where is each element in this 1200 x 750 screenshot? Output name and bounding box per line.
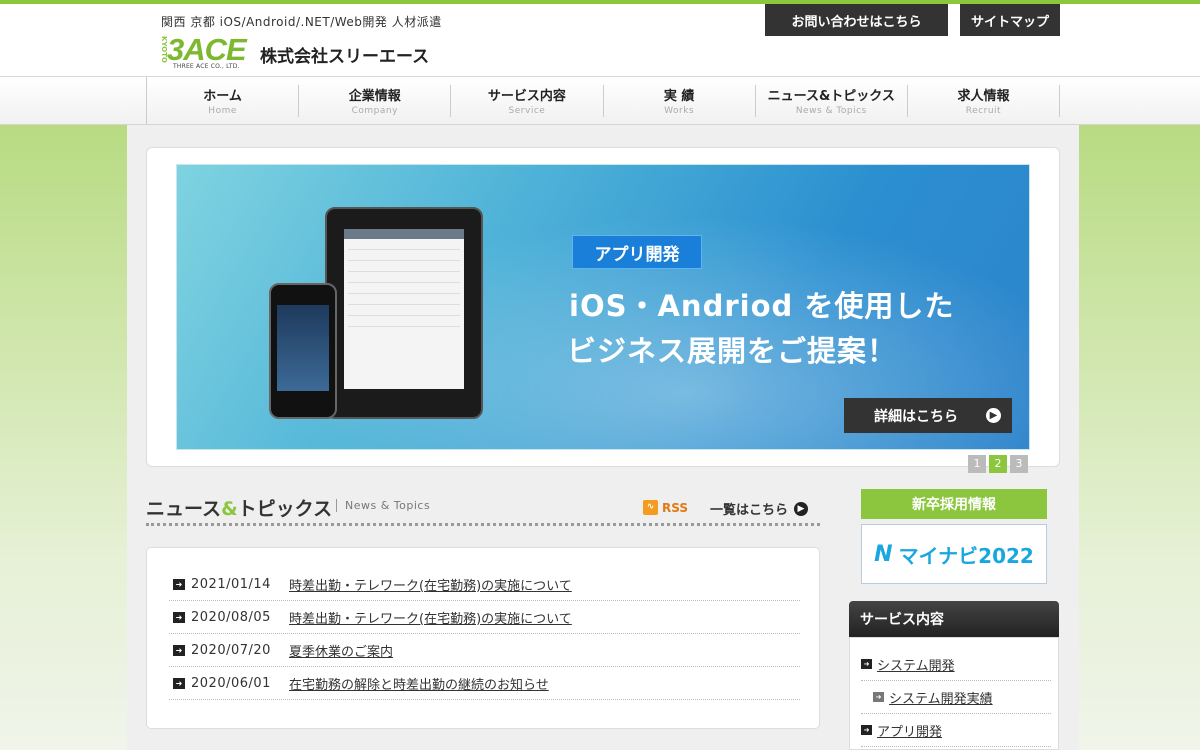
header-tagline: 関西 京都 iOS/Android/.NET/Web開発 人材派遣 bbox=[161, 15, 442, 29]
nav-sublabel: News & Topics bbox=[795, 106, 867, 116]
sidebar-item-label: アプリ開発 bbox=[877, 724, 943, 740]
news-list-link[interactable]: 一覧はこちら ▶ bbox=[710, 499, 809, 518]
banner-detail-label: 詳細はこちら bbox=[874, 408, 958, 425]
nav-item-works[interactable]: 実 績 Works bbox=[604, 85, 756, 117]
global-nav-bar: ホーム Home 企業情報 Company サービス内容 Service 実 績… bbox=[0, 77, 1200, 125]
news-item[interactable]: ➜ 2020/08/05 時差出勤・テレワーク(在宅勤務)の実施について bbox=[169, 601, 800, 634]
arrow-right-icon: ➜ bbox=[173, 677, 185, 689]
news-date: 2020/08/05 bbox=[191, 609, 271, 625]
nav-item-news[interactable]: ニュース&トピックス News & Topics bbox=[756, 85, 908, 117]
banner-headline-line2: ビジネス展開をご提案！ bbox=[567, 334, 898, 368]
graduate-recruit-button[interactable]: 新卒採用情報 bbox=[861, 489, 1047, 519]
logo-subtext: THREE ACE CO., LTD. bbox=[173, 63, 240, 70]
rss-label: RSS bbox=[662, 500, 688, 515]
global-nav: ホーム Home 企業情報 Company サービス内容 Service 実 績… bbox=[146, 77, 1061, 125]
nav-label: 企業情報 bbox=[348, 89, 401, 104]
rss-link[interactable]: ∿ RSS bbox=[643, 500, 688, 515]
nav-label: 求人情報 bbox=[957, 89, 1010, 104]
news-section-subtitle: News & Topics bbox=[336, 499, 430, 512]
logo-kyoto-text: KYOTO bbox=[160, 36, 168, 63]
arrow-right-icon: ▶ bbox=[794, 501, 809, 516]
news-item[interactable]: ➜ 2020/07/20 夏季休業のご案内 bbox=[169, 634, 800, 667]
sidebar-item-label: システム開発実績 bbox=[889, 691, 993, 707]
nav-sublabel: Company bbox=[351, 106, 398, 116]
banner-detail-button[interactable]: 詳細はこちら ▶ bbox=[844, 398, 1012, 433]
nav-item-home[interactable]: ホーム Home bbox=[147, 85, 300, 117]
nav-item-service[interactable]: サービス内容 Service bbox=[451, 85, 604, 117]
nav-sublabel: Works bbox=[664, 106, 695, 116]
news-date: 2020/07/20 bbox=[191, 642, 271, 658]
sidebar-item-system-dev[interactable]: ➜ システム開発 bbox=[861, 648, 1051, 681]
news-list: ➜ 2021/01/14 時差出勤・テレワーク(在宅勤務)の実施について ➜ 2… bbox=[169, 568, 800, 700]
sidebar-item-app-dev[interactable]: ➜ アプリ開発 bbox=[861, 714, 1051, 747]
arrow-right-icon: ▶ bbox=[986, 408, 1001, 423]
news-date: 2021/01/14 bbox=[191, 576, 271, 592]
mynavi-logo-icon: N bbox=[874, 541, 893, 567]
news-list-box: ➜ 2021/01/14 時差出勤・テレワーク(在宅勤務)の実施について ➜ 2… bbox=[146, 547, 820, 729]
arrow-right-icon: ➜ bbox=[173, 644, 185, 656]
nav-label: ホーム bbox=[203, 89, 242, 104]
news-title-link[interactable]: 在宅勤務の解除と時差出勤の継続のお知らせ bbox=[289, 674, 549, 693]
mynavi-logo-text: マイナビ2022 bbox=[898, 543, 1034, 568]
nav-sublabel: Service bbox=[508, 106, 546, 116]
company-logo[interactable]: KYOTO 3ACE THREE ACE CO., LTD. bbox=[160, 32, 250, 74]
arrow-right-icon: ➜ bbox=[861, 725, 872, 735]
news-section-header: ニュース&トピックス News & Topics ∿ RSS 一覧はこちら ▶ bbox=[146, 493, 820, 526]
nav-sublabel: Recruit bbox=[965, 106, 1002, 116]
news-date: 2020/06/01 bbox=[191, 675, 271, 691]
news-title-link[interactable]: 時差出勤・テレワーク(在宅勤務)の実施について bbox=[289, 575, 572, 594]
nav-sublabel: Home bbox=[208, 106, 237, 116]
nav-item-company[interactable]: 企業情報 Company bbox=[299, 85, 452, 117]
contact-button[interactable]: お問い合わせはこちら bbox=[765, 4, 948, 36]
mynavi-banner[interactable]: N マイナビ2022 bbox=[861, 524, 1047, 584]
site-header: 関西 京都 iOS/Android/.NET/Web開発 人材派遣 KYOTO … bbox=[0, 0, 1200, 77]
slider-page-3[interactable]: 3 bbox=[1010, 455, 1028, 473]
nav-label: ニュース&トピックス bbox=[767, 89, 895, 104]
nav-label: 実 績 bbox=[663, 89, 695, 104]
slider-page-2[interactable]: 2 bbox=[989, 455, 1007, 473]
nav-item-recruit[interactable]: 求人情報 Recruit bbox=[908, 85, 1061, 117]
phone-screen bbox=[277, 305, 329, 391]
news-title-link[interactable]: 夏季休業のご案内 bbox=[289, 641, 393, 660]
news-list-link-label: 一覧はこちら bbox=[710, 503, 789, 518]
arrow-right-icon: ➜ bbox=[873, 692, 884, 702]
arrow-right-icon: ➜ bbox=[861, 659, 872, 669]
news-item[interactable]: ➜ 2021/01/14 時差出勤・テレワーク(在宅勤務)の実施について bbox=[169, 568, 800, 601]
banner-headline-line1: iOS・Andriod を使用した bbox=[569, 289, 955, 323]
tablet-device-image bbox=[325, 207, 483, 419]
company-name: 株式会社スリーエース bbox=[260, 47, 430, 67]
tablet-screen bbox=[344, 229, 464, 389]
banner-category-tag: アプリ開発 bbox=[572, 235, 702, 269]
rss-icon: ∿ bbox=[643, 500, 658, 515]
slider-page-1[interactable]: 1 bbox=[968, 455, 986, 473]
sidebar-item-system-dev-works[interactable]: ➜ システム開発実績 bbox=[861, 681, 1051, 714]
slider-pagination: 1 2 3 bbox=[968, 455, 1028, 473]
nav-label: サービス内容 bbox=[487, 89, 566, 104]
arrow-right-icon: ➜ bbox=[173, 611, 185, 623]
news-title-link[interactable]: 時差出勤・テレワーク(在宅勤務)の実施について bbox=[289, 608, 572, 627]
sidebar-item-label: システム開発 bbox=[877, 658, 955, 674]
phone-device-image bbox=[269, 283, 337, 419]
news-section-title: ニュース&トピックス bbox=[146, 498, 333, 520]
news-item[interactable]: ➜ 2020/06/01 在宅勤務の解除と時差出勤の継続のお知らせ bbox=[169, 667, 800, 700]
services-sidebar-title: サービス内容 bbox=[849, 601, 1059, 637]
arrow-right-icon: ➜ bbox=[173, 578, 185, 590]
hero-banner[interactable]: アプリ開発 iOS・Andriod を使用した ビジネス展開をご提案！ 詳細はこ… bbox=[176, 164, 1030, 450]
services-sidebar-menu: ➜ システム開発 ➜ システム開発実績 ➜ アプリ開発 bbox=[849, 637, 1059, 750]
sitemap-button[interactable]: サイトマップ bbox=[960, 4, 1060, 36]
